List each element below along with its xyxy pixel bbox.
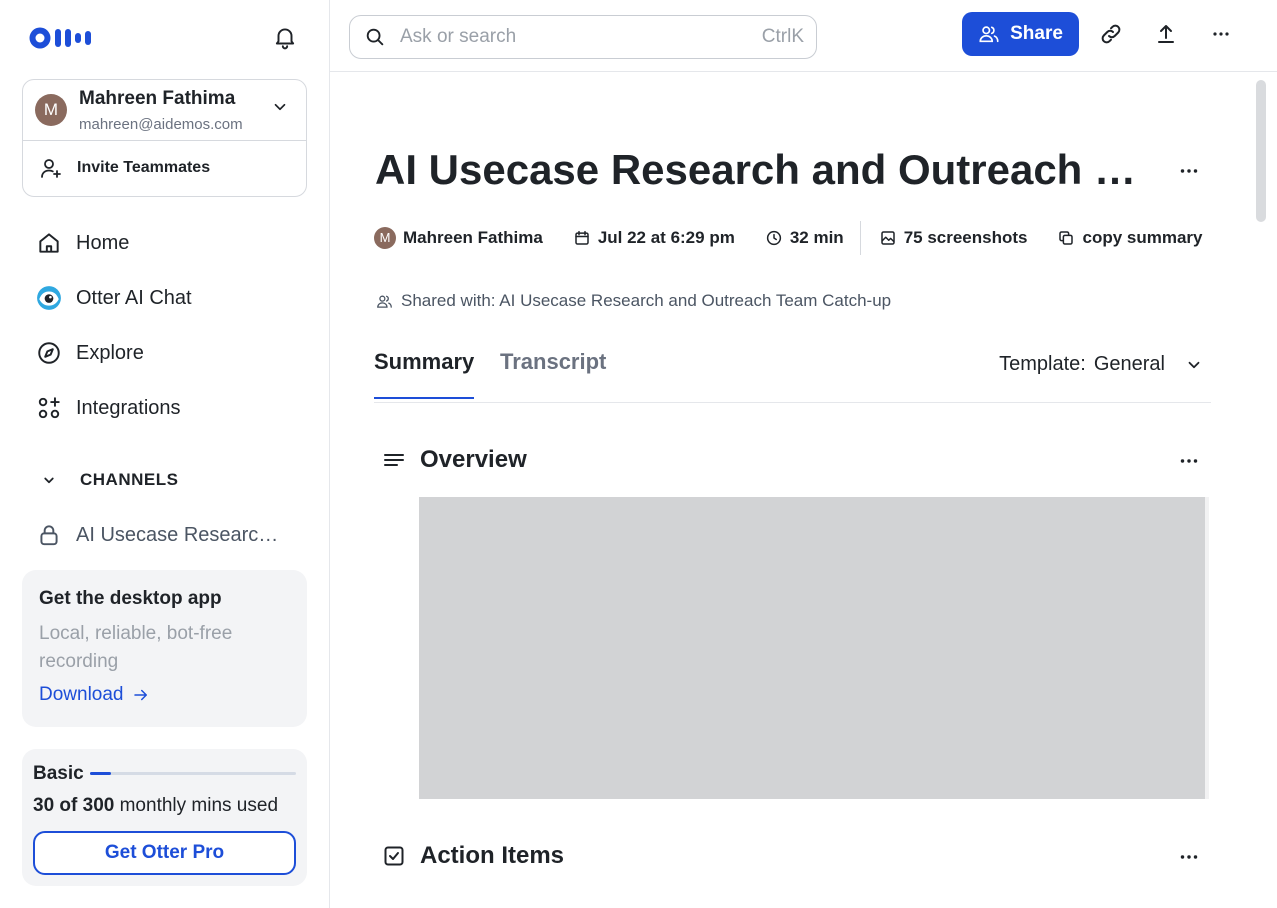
divider	[859, 221, 861, 255]
promo-title: Get the desktop app	[39, 588, 222, 609]
copy-icon	[1059, 231, 1074, 245]
chevron-down-icon[interactable]	[271, 98, 289, 116]
home-icon	[39, 233, 59, 253]
channel-label: AI Usecase Research and Outreach Team Ca…	[76, 523, 288, 546]
sidebar-item-label: Otter AI Chat	[76, 286, 192, 309]
top-bar: CtrlK Share	[330, 0, 1277, 72]
sidebar-item-label: Home	[76, 231, 130, 254]
overview-title: Overview	[420, 446, 527, 473]
tab-transcript[interactable]: Transcript	[500, 349, 606, 397]
date-text: Jul 22 at 6:29 pm	[597, 228, 735, 247]
overview-header: Overview	[382, 446, 527, 474]
integrations-icon	[38, 397, 60, 419]
scrollbar-thumb[interactable]	[1256, 80, 1266, 222]
image-icon	[880, 231, 895, 245]
meta-date: Jul 22 at 6:29 pm	[573, 228, 735, 248]
sidebar: M Mahreen Fathima mahreen@aidemos.com In…	[0, 0, 330, 908]
page-title[interactable]: AI Usecase Research and Outreach Team Ca…	[375, 146, 1155, 194]
search-box[interactable]: CtrlK	[349, 15, 817, 59]
export-icon[interactable]	[1154, 22, 1178, 46]
share-label: Share	[1010, 23, 1063, 44]
arrow-right-icon	[133, 689, 147, 701]
otter-ai-chat-icon	[37, 286, 61, 310]
invite-teammates-button[interactable]: Invite Teammates	[39, 156, 210, 180]
chevron-down-icon	[1188, 361, 1200, 368]
search-shortcut: CtrlK	[761, 26, 804, 47]
meta-duration: 32 min	[765, 228, 844, 248]
bell-icon[interactable]	[272, 24, 298, 50]
avatar: M	[374, 227, 396, 249]
action-items-title: Action Items	[420, 842, 565, 869]
lines-icon	[384, 454, 404, 466]
overview-redacted-content	[419, 497, 1209, 799]
promo-subtitle: Local, reliable, bot-free recording	[39, 623, 233, 672]
screenshots-text: 75 screenshots	[903, 228, 1028, 247]
screenshots-button[interactable]: 75 screenshots	[879, 228, 1028, 248]
otter-logo[interactable]	[29, 26, 95, 50]
account-name[interactable]: Mahreen Fathima	[79, 88, 235, 110]
more-icon[interactable]	[1176, 448, 1202, 474]
sidebar-item-integrations[interactable]: Integrations	[36, 395, 181, 421]
conversation-meta: M Mahreen Fathima Jul 22 at 6:29 pm 32 m…	[374, 221, 1232, 255]
users-icon	[979, 26, 999, 43]
invite-label: Invite Teammates	[77, 159, 211, 176]
shared-with[interactable]: Shared with: AI Usecase Research and Out…	[376, 291, 891, 311]
template-value: General	[1093, 353, 1165, 375]
usage-progress-fill	[90, 772, 111, 775]
sidebar-item-explore[interactable]: Explore	[36, 340, 144, 366]
sidebar-item-home[interactable]: Home	[36, 230, 129, 256]
usage-progress-bar	[90, 772, 296, 775]
plan-name: Basic	[33, 763, 84, 784]
channels-section-toggle[interactable]: CHANNELS	[40, 470, 178, 490]
more-icon[interactable]	[1176, 158, 1202, 184]
add-user-icon	[41, 159, 61, 178]
link-icon[interactable]	[1099, 22, 1123, 46]
tab-summary[interactable]: Summary	[374, 349, 475, 399]
account-email: mahreen@aidemos.com	[79, 116, 243, 133]
action-items-header: Action Items	[382, 842, 564, 870]
more-icon[interactable]	[1176, 844, 1202, 870]
avatar[interactable]: M	[35, 94, 67, 126]
shared-with-text: Shared with: AI Usecase Research and Out…	[401, 291, 892, 310]
usage-suffix: monthly mins used	[119, 795, 279, 816]
desktop-app-promo: Get the desktop app Local, reliable, bot…	[22, 570, 307, 727]
download-link[interactable]: Download	[39, 684, 150, 706]
lock-icon	[40, 525, 58, 546]
sidebar-item-label: Integrations	[76, 396, 181, 419]
sidebar-item-channel[interactable]: AI Usecase Research and Outreach Team Ca…	[36, 522, 288, 548]
account-card: M Mahreen Fathima mahreen@aidemos.com In…	[22, 79, 307, 197]
search-icon	[366, 28, 384, 46]
clock-icon	[766, 230, 781, 246]
sidebar-item-otter-ai-chat[interactable]: Otter AI Chat	[36, 285, 192, 311]
share-button[interactable]: Share	[962, 12, 1079, 56]
calendar-icon	[575, 230, 589, 245]
chevron-down-icon	[44, 477, 54, 484]
get-otter-pro-button[interactable]: Get Otter Pro	[33, 831, 296, 875]
template-selector[interactable]: Template: General	[999, 353, 1203, 376]
channels-heading: CHANNELS	[80, 470, 179, 489]
users-icon	[377, 295, 392, 308]
copy-summary-text: copy summary	[1082, 228, 1203, 247]
plan-usage-card: Basic 30 of 300 monthly mins used Get Ot…	[22, 749, 307, 886]
divider	[23, 140, 306, 141]
copy-summary-button[interactable]: copy summary	[1057, 228, 1202, 248]
more-icon[interactable]	[1209, 22, 1233, 46]
sidebar-item-label: Explore	[76, 341, 144, 364]
duration-text: 32 min	[789, 228, 844, 247]
search-input[interactable]	[400, 26, 730, 48]
download-label: Download	[39, 684, 124, 705]
template-label: Template:	[999, 353, 1086, 375]
compass-icon	[38, 342, 60, 364]
checkbox-icon	[384, 846, 404, 866]
usage-count: 30 of 300	[33, 795, 115, 816]
content-tabs: Summary Transcript Template: General	[374, 336, 1211, 403]
meta-author[interactable]: M Mahreen Fathima	[374, 227, 543, 249]
author-name: Mahreen Fathima	[403, 228, 543, 247]
usage-text: 30 of 300 monthly mins used	[33, 795, 278, 817]
